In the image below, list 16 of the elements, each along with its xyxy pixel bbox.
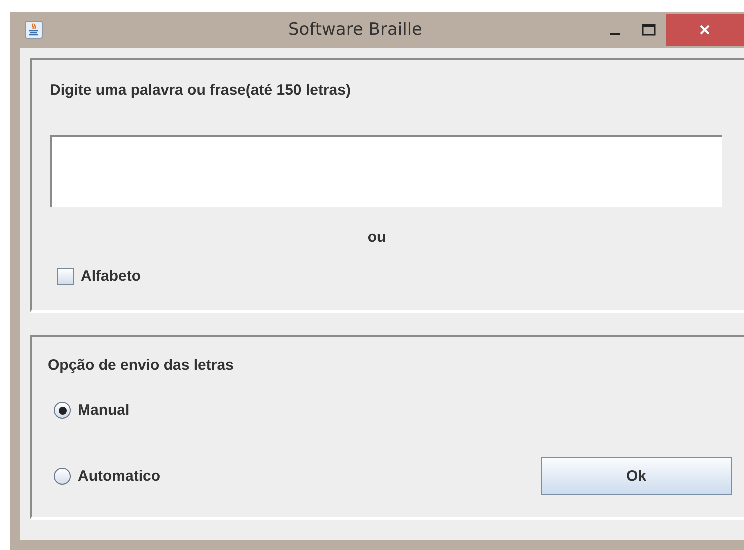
checkbox-label: Alfabeto [81, 268, 141, 285]
radio-button[interactable] [54, 402, 71, 419]
radio-label: Automatico [78, 468, 160, 484]
input-label: Digite uma palavra ou frase(até 150 letras) [50, 82, 352, 99]
send-option-label: Opção de envio das letras [48, 357, 235, 374]
java-cup-icon [25, 21, 43, 39]
ok-button[interactable]: Ok [541, 457, 732, 495]
radio-label: Manual [78, 402, 130, 419]
radio-button[interactable] [54, 468, 71, 484]
maximize-icon [642, 24, 656, 36]
close-icon [699, 24, 711, 36]
text-input-field[interactable] [50, 135, 722, 207]
separator-text: ou [368, 229, 386, 246]
window-title: Software Braille [287, 20, 424, 40]
checkbox[interactable] [57, 268, 74, 285]
minimize-icon [610, 33, 620, 35]
